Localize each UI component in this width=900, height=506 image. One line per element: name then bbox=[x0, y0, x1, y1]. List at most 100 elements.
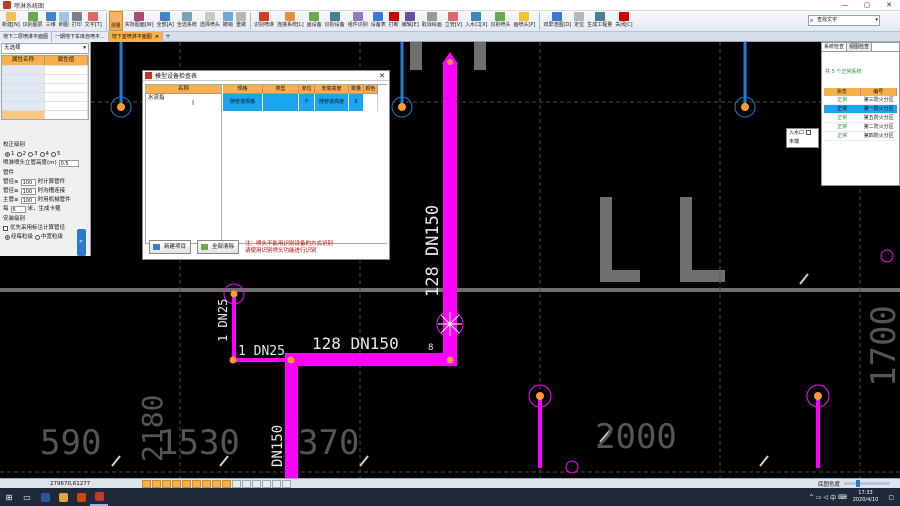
table-row[interactable] bbox=[2, 74, 88, 83]
notification-icon[interactable]: ▢ bbox=[888, 494, 894, 501]
menu-item-end[interactable]: 末端 bbox=[787, 138, 818, 147]
table-row[interactable] bbox=[2, 92, 88, 101]
snap-toggle-icon[interactable] bbox=[282, 479, 291, 488]
pipe-size-input[interactable]: 100 bbox=[20, 179, 36, 186]
chevron-down-icon[interactable]: ▾ bbox=[875, 16, 878, 25]
snap-toggle-icon[interactable] bbox=[152, 479, 161, 488]
ribbon-button[interactable]: 组件识别 bbox=[347, 11, 369, 31]
ribbon-button[interactable]: 实际图面[W] bbox=[124, 11, 155, 31]
ribbon-button[interactable]: 识别图层 bbox=[22, 11, 44, 31]
clamp-interval-input[interactable]: 6 bbox=[10, 206, 26, 213]
ribbon-button[interactable]: 全部[A] bbox=[156, 11, 175, 31]
ribbon-button[interactable]: 文字[T] bbox=[84, 11, 103, 31]
add-tab-icon[interactable]: + bbox=[163, 32, 173, 41]
cell-qty[interactable]: 5 bbox=[349, 94, 364, 111]
ribbon-button[interactable]: 双屏渲图[D] bbox=[542, 11, 572, 31]
cell-spec[interactable]: 随管道规格 bbox=[223, 94, 263, 111]
table-row[interactable]: 正常 第四防火分区 bbox=[824, 132, 897, 141]
ribbon-button[interactable]: 打印 bbox=[71, 11, 83, 31]
snap-toggle-icon[interactable] bbox=[222, 479, 231, 488]
grain-radio-b[interactable] bbox=[35, 235, 41, 240]
grain-radio-a[interactable] bbox=[5, 235, 10, 240]
taskbar-app-icon[interactable] bbox=[36, 488, 54, 506]
ribbon-button[interactable]: 关闭[C] bbox=[614, 11, 633, 31]
pipe-size-input[interactable]: 100 bbox=[20, 197, 36, 204]
taskbar-app-icon[interactable] bbox=[90, 488, 108, 506]
menu-item-inlet[interactable]: 入水口 bbox=[787, 129, 818, 138]
ribbon-button[interactable]: 定位 bbox=[573, 11, 585, 31]
network-icon[interactable]: ▭ bbox=[816, 494, 822, 501]
ribbon-button[interactable]: 画喷头[P] bbox=[512, 11, 536, 31]
slider-thumb[interactable] bbox=[856, 480, 860, 487]
level-radio-3[interactable] bbox=[28, 152, 33, 157]
ribbon-button[interactable]: 识别喷头 bbox=[489, 11, 511, 31]
selection-dropdown[interactable]: 无选择 ▾ bbox=[1, 43, 89, 54]
level-radio-2[interactable] bbox=[16, 152, 22, 157]
snap-toggle-icon[interactable] bbox=[172, 479, 181, 488]
task-view-icon[interactable]: ▭ bbox=[18, 488, 36, 506]
table-row[interactable] bbox=[2, 65, 88, 74]
ribbon-button[interactable]: 刷图 bbox=[58, 11, 70, 31]
table-row[interactable]: 随管道规格 个 随管道高度 5 bbox=[223, 94, 387, 111]
table-row[interactable] bbox=[2, 83, 88, 92]
close-tab-icon[interactable]: × bbox=[155, 34, 159, 40]
ribbon-button[interactable]: 全选系统 bbox=[176, 11, 198, 31]
snap-toggle-icon[interactable] bbox=[162, 479, 171, 488]
ribbon-button[interactable]: 识别设备 bbox=[324, 11, 346, 31]
ribbon-button[interactable]: 选择喷头 bbox=[199, 11, 221, 31]
snap-toggle-icon[interactable] bbox=[232, 479, 241, 488]
level-radio-4[interactable] bbox=[39, 152, 45, 157]
table-row[interactable] bbox=[2, 110, 88, 119]
ribbon-button[interactable]: 识别喷淋 bbox=[253, 11, 275, 31]
ribbon-button[interactable]: 三维 bbox=[45, 11, 57, 31]
tab-system-check[interactable]: 系统检查 bbox=[822, 43, 848, 51]
close-icon[interactable]: ✕ bbox=[878, 0, 900, 11]
ribbon-button[interactable]: 设备表 bbox=[370, 11, 387, 31]
table-row[interactable]: 正常 第一防火分区 bbox=[824, 105, 897, 114]
ribbon-button[interactable]: 生成工程量 bbox=[586, 11, 613, 31]
ime-indicator[interactable]: 中 bbox=[830, 493, 836, 502]
ribbon-button[interactable]: 撤销 bbox=[222, 11, 234, 31]
ribbon-button[interactable]: 入水口[X] bbox=[464, 11, 488, 31]
ribbon-button[interactable]: 取消绘画 bbox=[421, 11, 443, 31]
snap-toggle-icon[interactable] bbox=[262, 479, 271, 488]
find-text-input[interactable]: ⌕ 查找文字 ▾ bbox=[808, 15, 880, 26]
tab-drawing[interactable]: 一期地下车库自喷平... bbox=[52, 32, 109, 42]
menu-checkbox[interactable] bbox=[806, 130, 812, 135]
ribbon-button[interactable]: 新建[N] bbox=[1, 11, 21, 31]
cell-type[interactable] bbox=[263, 94, 299, 111]
close-icon[interactable]: ✕ bbox=[379, 71, 385, 81]
ribbon-button[interactable]: 编辑[E] bbox=[401, 11, 420, 31]
cad-canvas[interactable]: 590 1530 370 2000 2180 1700 128 DN150 12… bbox=[0, 42, 900, 488]
ribbon-button[interactable]: 打断 bbox=[388, 11, 400, 31]
level-radio-5[interactable] bbox=[51, 152, 56, 157]
head-height-select[interactable]: 0.5 bbox=[58, 160, 79, 167]
ribbon-button[interactable]: 连接系统[L] bbox=[276, 11, 305, 31]
tab-view-check[interactable]: 视图检查 bbox=[847, 43, 873, 51]
clock[interactable]: 17:33 2020/4/10 bbox=[853, 490, 879, 504]
ribbon-button[interactable]: 测量 bbox=[108, 11, 123, 31]
table-row[interactable]: 正常 第三防火分区 bbox=[824, 96, 897, 105]
snap-toggle-icon[interactable] bbox=[192, 479, 201, 488]
snap-toggle-icon[interactable] bbox=[182, 479, 191, 488]
ribbon-button[interactable]: 画设备 bbox=[306, 11, 323, 31]
expand-panel-button[interactable] bbox=[77, 229, 86, 256]
cell-unit[interactable]: 个 bbox=[299, 94, 315, 111]
cell-install-height[interactable]: 随管道高度 bbox=[315, 94, 349, 111]
dialog-title-bar[interactable]: 模型设备检查表 ✕ bbox=[143, 71, 389, 81]
keyboard-icon[interactable]: ⌨ bbox=[838, 494, 847, 501]
minimize-icon[interactable]: — bbox=[834, 0, 856, 11]
volume-icon[interactable]: ◁ bbox=[824, 494, 829, 501]
table-row[interactable]: 正常 第二防火分区 bbox=[824, 123, 897, 132]
taskbar-app-icon[interactable] bbox=[54, 488, 72, 506]
level-radio-1[interactable] bbox=[5, 152, 10, 157]
snap-toggle-icon[interactable] bbox=[272, 479, 281, 488]
taskbar-app-icon[interactable] bbox=[72, 488, 90, 506]
snap-toggle-icon[interactable] bbox=[142, 479, 151, 488]
list-item[interactable]: 水流指 bbox=[146, 94, 221, 103]
new-item-button[interactable]: 新建项目 bbox=[149, 240, 192, 254]
tab-drawing[interactable]: 地下二层喷淋平面图 bbox=[0, 32, 53, 42]
background-tone-slider[interactable] bbox=[844, 480, 890, 487]
cad-drawing[interactable]: 590 1530 370 2000 2180 1700 128 DN150 12… bbox=[0, 42, 900, 488]
maximize-icon[interactable]: ▢ bbox=[856, 0, 878, 11]
